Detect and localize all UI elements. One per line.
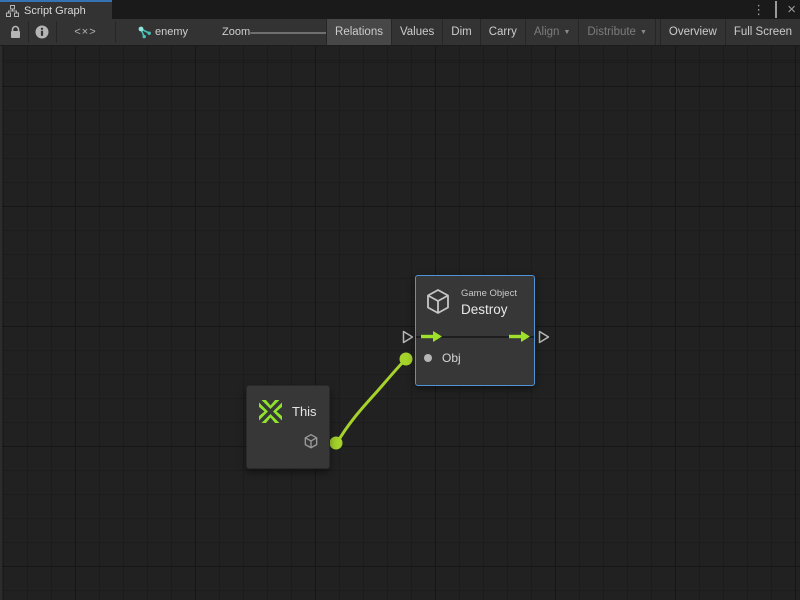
graph-canvas[interactable]: This Game Object Destroy <box>0 46 800 600</box>
lock-button[interactable] <box>4 19 26 45</box>
full-screen-button[interactable]: Full Screen <box>725 19 800 45</box>
obj-port-label: Obj <box>442 351 461 365</box>
node-this[interactable]: This <box>246 385 330 469</box>
distribute-dropdown[interactable]: Distribute ▼ <box>578 19 655 45</box>
graph-breadcrumb-icon <box>137 19 153 45</box>
dim-button[interactable]: Dim <box>442 19 479 45</box>
control-output-triangle-icon[interactable] <box>537 329 551 345</box>
graph-hierarchy-icon <box>6 5 19 17</box>
toolbar-button-group: Relations Values Dim Carry Align ▼ Distr… <box>326 19 800 45</box>
node-title: Destroy <box>461 302 517 317</box>
info-button[interactable] <box>29 19 55 45</box>
carry-button[interactable]: Carry <box>480 19 525 45</box>
zoom-label: Zoom <box>222 19 250 45</box>
obj-input-port[interactable] <box>424 354 432 362</box>
tab-script-graph[interactable]: Script Graph <box>0 0 112 19</box>
script-graph-window: Script Graph ⋮ × <box>0 0 800 600</box>
zoom-slider-track[interactable] <box>250 32 338 34</box>
graph-toolbar: <×> enemy Zoom 1x Relations Values Dim C <box>0 19 800 46</box>
tab-label: Script Graph <box>24 5 86 17</box>
info-icon <box>35 25 49 39</box>
gameobject-cube-icon <box>424 287 452 317</box>
overview-button[interactable]: Overview <box>660 19 725 45</box>
maximize-icon[interactable] <box>775 0 777 19</box>
control-input-arrow-icon[interactable] <box>420 330 443 343</box>
code-view-button[interactable]: <×> <box>57 19 114 45</box>
values-button[interactable]: Values <box>391 19 442 45</box>
chevron-down-icon: ▼ <box>563 29 570 36</box>
node-title: This <box>292 404 317 419</box>
this-converge-arrows-icon <box>257 398 284 425</box>
align-dropdown[interactable]: Align ▼ <box>525 19 579 45</box>
relations-button[interactable]: Relations <box>326 19 391 45</box>
gameobject-output-port[interactable] <box>303 433 319 450</box>
node-destroy[interactable]: Game Object Destroy Obj <box>415 275 535 386</box>
lock-icon <box>9 25 22 39</box>
window-controls: ⋮ × <box>752 0 796 19</box>
connection-wire[interactable] <box>2 46 800 600</box>
control-input-triangle-icon[interactable] <box>401 329 415 345</box>
control-output-arrow-icon[interactable] <box>508 330 531 343</box>
node-subtitle: Game Object <box>461 288 517 299</box>
close-icon[interactable]: × <box>787 0 796 19</box>
code-icon: <×> <box>74 26 96 38</box>
chevron-down-icon: ▼ <box>640 29 647 36</box>
tab-bar: Script Graph ⋮ × <box>0 0 800 19</box>
graph-breadcrumb[interactable]: enemy <box>155 19 188 45</box>
window-menu-icon[interactable]: ⋮ <box>752 0 765 19</box>
